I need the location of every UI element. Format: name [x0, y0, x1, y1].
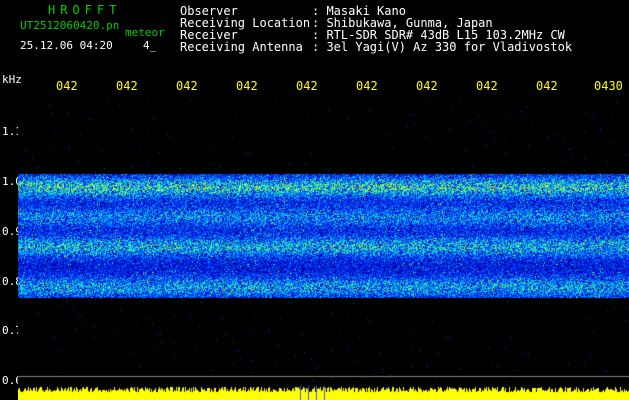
time-tick-label: 042	[296, 79, 318, 93]
time-tick-label: 042	[536, 79, 558, 93]
time-tick-label: 042	[236, 79, 258, 93]
time-tick-label: 0430	[594, 79, 623, 93]
time-tick-label: 042	[476, 79, 498, 93]
time-tick-label: 042	[416, 79, 438, 93]
detection-tag: meteor	[125, 26, 165, 39]
spectrogram-canvas	[18, 98, 629, 400]
y-axis-unit: kHz	[2, 73, 22, 86]
time-tick-label: 042	[176, 79, 198, 93]
file-name: UT2512060420.pn	[20, 19, 120, 32]
meta-label-antenna: Receiving Antenna	[180, 40, 303, 54]
timestamp: 25.12.06 04:20	[20, 39, 113, 52]
time-tick-label: 042	[56, 79, 78, 93]
time-tick-label: 042	[116, 79, 138, 93]
frame-marker: 4_	[143, 39, 157, 52]
hrofft-logo: HROFFT	[48, 3, 122, 17]
meta-value-antenna: : 3el Yagi(V) Az 330 for Vladivostok	[312, 40, 573, 54]
spectrogram-plot	[18, 98, 629, 400]
time-tick-label: 042	[356, 79, 378, 93]
